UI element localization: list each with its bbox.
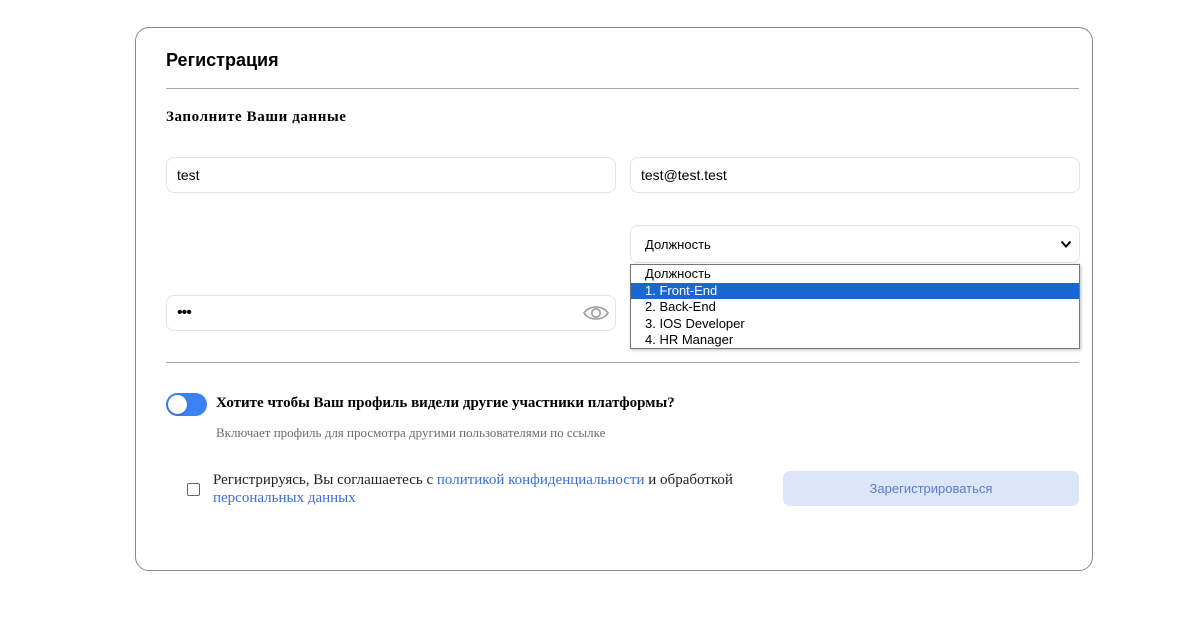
- toggle-knob: [168, 395, 187, 414]
- chevron-down-icon: [1060, 240, 1072, 248]
- eye-icon[interactable]: [583, 303, 609, 323]
- page-title: Регистрация: [166, 50, 279, 70]
- position-option[interactable]: Должность: [631, 266, 1079, 283]
- personal-data-link[interactable]: персональных данных: [213, 490, 356, 506]
- name-input-value: test: [177, 167, 200, 183]
- agreement-text-middle: и обработкой: [644, 472, 733, 488]
- name-input[interactable]: test: [166, 157, 616, 193]
- position-option[interactable]: 2. Back-End: [631, 299, 1079, 316]
- password-input[interactable]: •••: [166, 295, 616, 331]
- position-option[interactable]: 1. Front-End: [631, 282, 1079, 299]
- register-button[interactable]: Зарегистрироваться: [783, 471, 1079, 506]
- position-select[interactable]: Должность: [630, 225, 1080, 263]
- position-option[interactable]: 4. HR Manager: [631, 332, 1079, 349]
- position-dropdown-list: Должность 1. Front-End 2. Back-End 3. IO…: [630, 264, 1080, 349]
- agreement-text: Регистрируясь, Вы соглашаетесь с политик…: [213, 471, 733, 507]
- form-subtitle: Заполните Ваши данные: [166, 109, 347, 125]
- registration-card: Регистрация Заполните Ваши данные test t…: [135, 27, 1093, 571]
- divider: [166, 88, 1079, 89]
- agree-checkbox[interactable]: [187, 483, 200, 496]
- profile-visibility-toggle[interactable]: [166, 393, 207, 416]
- position-select-value: Должность: [645, 236, 711, 252]
- password-input-value: •••: [177, 304, 192, 321]
- visibility-question: Хотите чтобы Ваш профиль видели другие у…: [216, 395, 675, 411]
- position-option[interactable]: 3. IOS Developer: [631, 316, 1079, 333]
- email-input[interactable]: test@test.test: [630, 157, 1080, 193]
- agreement-text-start: Регистрируясь, Вы соглашаетесь с: [213, 472, 437, 488]
- divider: [166, 362, 1079, 363]
- privacy-policy-link[interactable]: политикой конфиденциальности: [437, 472, 645, 488]
- visibility-description: Включает профиль для просмотра другими п…: [216, 425, 606, 440]
- email-input-value: test@test.test: [641, 167, 727, 183]
